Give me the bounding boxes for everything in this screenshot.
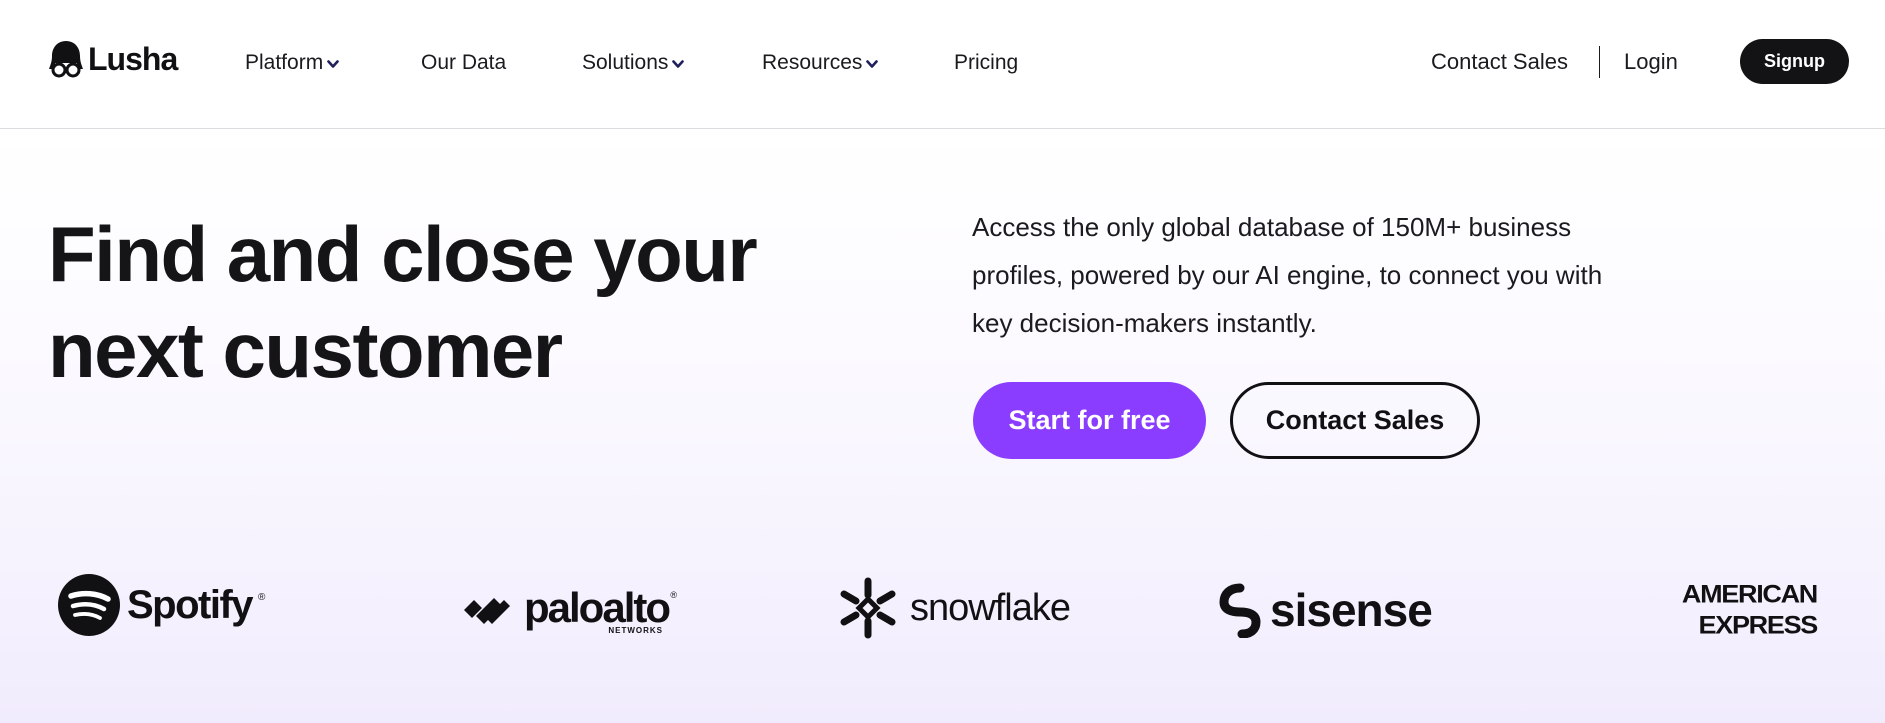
paloalto-logo-icon — [464, 598, 510, 624]
spotify-logo: Spotify ® — [57, 572, 265, 638]
snowflake-wordmark: snowflake — [910, 586, 1071, 629]
registered-mark: ® — [670, 590, 678, 600]
logo-text: Lusha — [88, 41, 178, 77]
nav-pricing-label: Pricing — [954, 51, 1019, 74]
paloalto-networks: NETWORKS — [608, 626, 664, 635]
login-link[interactable]: Login — [1624, 46, 1678, 78]
lusha-logo-icon — [49, 41, 83, 78]
nav-platform[interactable]: Platform — [245, 48, 339, 78]
start-for-free-button[interactable]: Start for free — [973, 382, 1206, 459]
spotify-wordmark: Spotify — [127, 582, 254, 627]
header-contact-sales-link[interactable]: Contact Sales — [1431, 46, 1568, 78]
hero-title-line: Find and close your — [48, 210, 758, 298]
nav-resources-label: Resources — [762, 51, 863, 74]
hero-description-line: key decision-makers instantly. — [972, 308, 1317, 338]
site-header: Lusha Platform Our Data Solutions Resour… — [0, 0, 1885, 129]
lusha-logo[interactable]: Lusha — [48, 38, 178, 80]
american-express-logo: AMERICAN EXPRESS — [1657, 578, 1819, 642]
amex-line: AMERICAN — [1681, 580, 1818, 608]
paloalto-logo: paloalto ® NETWORKS — [462, 584, 677, 636]
sisense-wordmark: sisense — [1270, 584, 1433, 636]
nav-solutions[interactable]: Solutions — [582, 48, 685, 78]
nav-our-data[interactable]: Our Data — [421, 48, 506, 78]
hero-description-line: Access the only global database of 150M+… — [972, 212, 1572, 242]
contact-sales-button[interactable]: Contact Sales — [1230, 382, 1480, 459]
snowflake-logo-icon — [840, 577, 896, 639]
header-divider — [1599, 46, 1600, 78]
amex-line: EXPRESS — [1698, 611, 1819, 639]
paloalto-wordmark: paloalto ® NETWORKS — [524, 584, 677, 636]
snowflake-logo: snowflake — [836, 575, 1071, 641]
nav-pricing[interactable]: Pricing — [954, 48, 1018, 78]
sisense-logo: sisense — [1218, 582, 1433, 638]
hero-description-line: profiles, powered by our AI engine, to c… — [972, 260, 1603, 290]
hero-title-line: next customer — [48, 306, 563, 394]
nav-resources[interactable]: Resources — [762, 48, 879, 78]
hero-title: Find and close your next customer — [48, 206, 848, 398]
nav-our-data-label: Our Data — [421, 51, 507, 74]
page: Lusha Platform Our Data Solutions Resour… — [0, 0, 1885, 723]
paloalto-name: paloalto — [524, 584, 671, 631]
nav-solutions-label: Solutions — [582, 51, 669, 74]
hero-description: Access the only global database of 150M+… — [972, 203, 1692, 347]
registered-mark: ® — [258, 592, 266, 603]
nav-platform-label: Platform — [245, 51, 324, 74]
sisense-logo-icon — [1219, 583, 1261, 638]
chevron-down-icon — [672, 60, 685, 68]
spotify-logo-icon — [58, 574, 120, 636]
signup-button[interactable]: Signup — [1740, 39, 1849, 84]
chevron-down-icon — [327, 60, 339, 68]
chevron-down-icon — [866, 60, 879, 68]
